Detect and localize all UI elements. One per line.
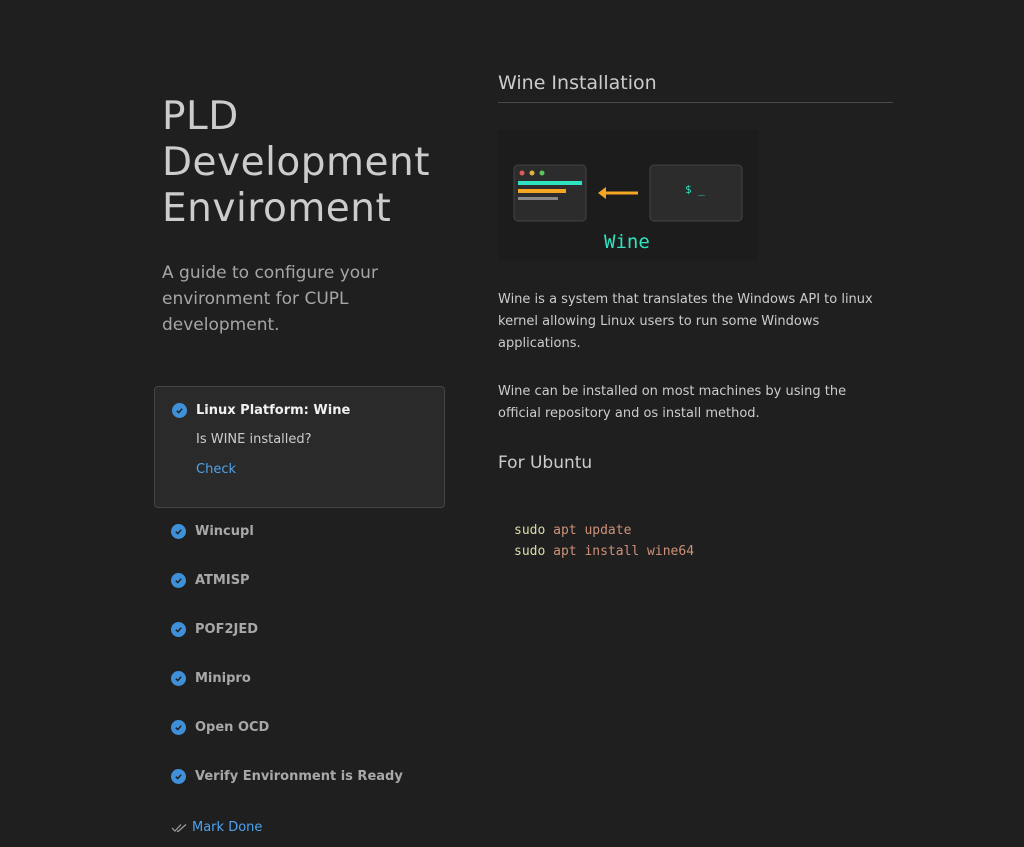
wine-illustration: $ _ Wine	[498, 130, 758, 260]
illustration-caption: Wine	[604, 231, 650, 253]
mark-done-button[interactable]: Mark Done	[171, 820, 262, 835]
step-title: Verify Environment is Ready	[195, 769, 403, 784]
circle-check-icon	[171, 573, 186, 588]
step-verify-environment[interactable]: Verify Environment is Ready	[171, 769, 403, 784]
code-block: sudo apt update sudo apt install wine64	[514, 520, 694, 562]
code-line: sudo apt install wine64	[514, 541, 694, 562]
step-atmisp[interactable]: ATMISP	[171, 573, 250, 588]
description-paragraph: Wine is a system that translates the Win…	[498, 292, 873, 351]
circle-check-icon	[171, 622, 186, 637]
section-title: Wine Installation	[498, 72, 657, 94]
circle-check-icon	[172, 403, 187, 418]
code-command: sudo	[514, 544, 546, 559]
check-link[interactable]: Check	[196, 462, 236, 477]
step-wincupl[interactable]: Wincupl	[171, 524, 254, 539]
double-check-icon	[171, 823, 187, 832]
code-command: sudo	[514, 523, 546, 538]
mark-done-label: Mark Done	[192, 820, 263, 835]
step-list: Linux Platform: Wine Is WINE installed? …	[154, 386, 445, 835]
circle-check-icon	[171, 671, 186, 686]
step-linux-platform-wine[interactable]: Linux Platform: Wine Is WINE installed? …	[154, 386, 445, 508]
description-paragraph: Wine can be installed on most machines b…	[498, 384, 847, 421]
code-args: apt install wine64	[545, 544, 695, 559]
step-header: Linux Platform: Wine	[172, 403, 350, 418]
arrow-left-icon	[598, 187, 638, 199]
step-title: Minipro	[195, 671, 251, 686]
circle-check-icon	[171, 769, 186, 784]
circle-check-icon	[171, 524, 186, 539]
app-window-icon	[513, 164, 587, 222]
step-minipro[interactable]: Minipro	[171, 671, 251, 686]
page-subtitle: A guide to configure your environment fo…	[162, 263, 378, 335]
terminal-prompt: $ _	[685, 183, 705, 196]
step-title: ATMISP	[195, 573, 250, 588]
code-args: apt update	[545, 523, 632, 538]
circle-check-icon	[171, 720, 186, 735]
code-line: sudo apt update	[514, 520, 694, 541]
walkthrough-page: PLD Development Enviroment A guide to co…	[0, 0, 1024, 847]
step-title: POF2JED	[195, 622, 259, 637]
divider	[498, 102, 893, 103]
subheading: For Ubuntu	[498, 453, 593, 473]
step-title: Wincupl	[195, 524, 254, 539]
step-description: Is WINE installed?	[196, 432, 312, 447]
step-title: Open OCD	[195, 720, 270, 735]
page-title: PLD Development Enviroment	[162, 94, 431, 231]
step-pof2jed[interactable]: POF2JED	[171, 622, 258, 637]
step-title: Linux Platform: Wine	[196, 403, 351, 418]
step-open-ocd[interactable]: Open OCD	[171, 720, 269, 735]
